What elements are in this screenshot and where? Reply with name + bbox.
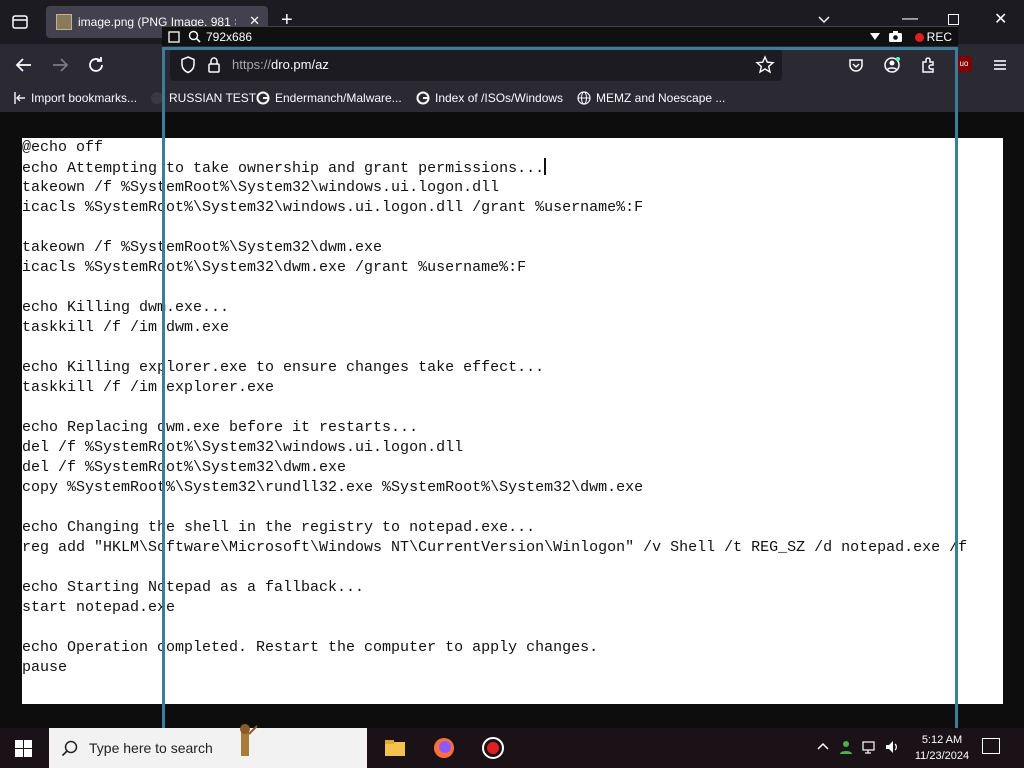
bookmark-label: Import bookmarks... — [31, 91, 138, 105]
forward-arrow-icon[interactable] — [48, 53, 72, 77]
rec-label: REC — [926, 30, 952, 44]
clock-time: 5:12 AM — [921, 734, 963, 746]
windows-taskbar: Type here to search 5:12 AM 11/23/2024 — [0, 724, 1024, 768]
recorder-toolbar: 792x686 REC — [162, 26, 958, 46]
chevron-up-icon[interactable] — [816, 739, 830, 756]
image-favicon-icon — [56, 14, 72, 30]
firefox-icon[interactable] — [430, 734, 458, 762]
ublock-icon[interactable]: uo — [956, 56, 972, 72]
search-icon — [61, 740, 78, 757]
window-icon[interactable] — [168, 31, 180, 43]
maximize-button[interactable] — [948, 14, 959, 25]
taskbar-search-box[interactable]: Type here to search — [49, 724, 367, 768]
reload-icon[interactable] — [84, 53, 108, 77]
people-icon[interactable] — [838, 739, 854, 758]
hamburger-menu-icon[interactable] — [988, 53, 1012, 77]
recording-region-frame[interactable] — [162, 47, 958, 738]
recorder-size: 792x686 — [206, 30, 253, 44]
clock-date: 11/23/2024 — [914, 750, 970, 762]
record-dot-icon — [914, 33, 924, 42]
search-placeholder: Type here to search — [89, 740, 213, 756]
volume-icon[interactable] — [884, 739, 900, 758]
search-highlight-figure-icon — [240, 724, 258, 756]
camera-icon[interactable] — [888, 30, 903, 43]
import-icon — [14, 92, 25, 104]
file-explorer-icon[interactable] — [381, 734, 409, 762]
network-icon[interactable] — [862, 739, 878, 758]
screen-recorder-icon[interactable] — [479, 734, 507, 762]
record-button[interactable]: REC — [914, 30, 952, 44]
windows-start-button[interactable] — [0, 728, 48, 768]
back-arrow-icon[interactable] — [12, 53, 36, 77]
windows-logo-icon — [15, 740, 32, 757]
firefox-view-icon[interactable] — [8, 10, 32, 34]
dropdown-arrow-icon[interactable] — [870, 33, 880, 41]
system-clock[interactable]: 5:12 AM 11/23/2024 — [902, 732, 982, 764]
search-icon[interactable] — [188, 30, 201, 43]
notification-center-icon[interactable] — [982, 738, 1000, 754]
bookmark-item-import[interactable]: Import bookmarks... — [12, 91, 137, 105]
window-close-button[interactable]: ✕ — [994, 9, 1007, 29]
